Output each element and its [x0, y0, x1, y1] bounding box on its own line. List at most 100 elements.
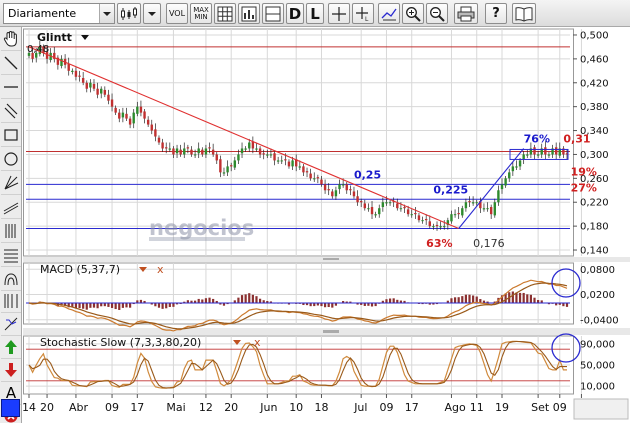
price-annotation: 27%: [571, 181, 597, 194]
percent-tool[interactable]: [1, 313, 21, 336]
candle-body: [186, 147, 190, 149]
crosshair-button[interactable]: [328, 3, 350, 24]
max-min-label: MAX MIN: [193, 5, 209, 21]
candle-body: [121, 112, 125, 118]
chart-application: Diariamente VOL MAX MIN D L L ? A 0,140 …: [0, 0, 630, 423]
candle-body: [71, 70, 74, 73]
x-tick-label: 09: [379, 401, 393, 414]
macd-histogram-bar: [388, 298, 392, 303]
x-tick-label: 17: [405, 401, 419, 414]
ellipse-tool[interactable]: [1, 148, 21, 171]
period-select[interactable]: Diariamente: [3, 3, 115, 24]
question-icon: ?: [492, 5, 500, 21]
color-picker-swatch[interactable]: [1, 399, 20, 417]
candle-body: [100, 88, 103, 94]
grid-button[interactable]: [214, 3, 236, 24]
negocios-logo: negocios: [149, 216, 254, 241]
zoom-in-button[interactable]: [402, 3, 424, 24]
candle-body: [107, 94, 110, 101]
macd-histogram-bar: [327, 302, 330, 308]
candle-body: [482, 208, 486, 210]
volume-button[interactable]: VOL: [166, 3, 188, 24]
parallel-lines-icon: [4, 103, 18, 119]
price-chart-title: Glintt: [37, 31, 72, 44]
stochastic-tick-label: 50,000: [580, 361, 615, 372]
crosshair-label-button[interactable]: L: [352, 3, 374, 24]
candle-body: [280, 160, 283, 162]
price-annotation: 19%: [571, 165, 597, 178]
candle-body: [443, 226, 446, 228]
macd-histogram-bar: [114, 302, 117, 310]
macd-histogram-bar: [244, 294, 247, 303]
parallel-lines-tool[interactable]: [1, 100, 21, 123]
fibonacci-tool[interactable]: [1, 244, 21, 267]
sell-arrow-tool[interactable]: [1, 359, 21, 382]
chevron-down-icon[interactable]: [99, 4, 114, 23]
time-zones-icon: [4, 294, 18, 308]
candle-body: [211, 149, 215, 155]
candle-body: [554, 147, 558, 155]
vertical-lines-tool[interactable]: [1, 220, 21, 243]
hand-tool[interactable]: [1, 28, 21, 51]
macd-histogram-bar: [89, 302, 92, 308]
candle-body: [367, 208, 370, 210]
candle-body: [363, 203, 366, 209]
axis-corner: [573, 398, 629, 420]
candle-body: [316, 177, 320, 179]
macd-histogram-bar: [526, 294, 529, 303]
candle-body: [370, 207, 374, 215]
candle-body: [432, 226, 435, 228]
macd-histogram-bar: [157, 302, 161, 308]
candle-body: [345, 184, 348, 191]
scale-button[interactable]: [238, 3, 260, 24]
max-min-button[interactable]: MAX MIN: [190, 3, 212, 24]
d-mode-button[interactable]: D: [286, 3, 304, 24]
print-button[interactable]: [454, 3, 478, 24]
candle-body: [230, 165, 233, 167]
candle-body: [168, 148, 172, 150]
candle-body: [154, 129, 157, 137]
split-panels-button[interactable]: [262, 3, 284, 24]
macd-histogram-bar: [565, 302, 569, 307]
fan-lines-tool[interactable]: [1, 172, 21, 195]
candle-body: [378, 208, 381, 215]
chart-area: 0,1400,1800,2200,2600,3000,3400,3800,420…: [23, 28, 630, 420]
macd-histogram-bar: [78, 302, 81, 309]
x-tick-label: 20: [40, 401, 54, 414]
x-tick-label: 19: [495, 401, 509, 414]
period-value: Diariamente: [8, 7, 77, 20]
candle-body: [74, 70, 78, 77]
candle-body: [504, 178, 507, 186]
macd-histogram-bar: [522, 292, 525, 303]
trendline-tool[interactable]: [1, 52, 21, 75]
macd-histogram-bar: [165, 302, 168, 309]
candle-body: [511, 166, 515, 172]
candle-body: [536, 154, 540, 156]
macd-title: MACD (5,37,7): [40, 263, 120, 276]
horizontal-line-tool[interactable]: [1, 76, 21, 99]
help-button[interactable]: ?: [485, 3, 507, 24]
macd-histogram-bar: [172, 302, 175, 307]
rectangle-tool[interactable]: [1, 124, 21, 147]
chart-type-dropdown-button[interactable]: [143, 3, 161, 24]
time-zones-tool[interactable]: [1, 290, 21, 313]
candle-body: [183, 148, 186, 155]
candle-body: [226, 166, 229, 173]
book-button[interactable]: [512, 3, 536, 24]
channel-tool[interactable]: [1, 196, 21, 219]
x-tick-label: 18: [314, 401, 328, 414]
zoom-out-button[interactable]: [426, 3, 448, 24]
arc-tool[interactable]: [1, 268, 21, 291]
circle-icon: [4, 152, 18, 166]
candle-body: [352, 191, 356, 197]
candlestick-type-button[interactable]: [117, 3, 141, 24]
l-mode-button[interactable]: L: [306, 3, 324, 24]
macd-histogram-bar: [161, 302, 164, 309]
candle-body: [161, 142, 164, 149]
trendline-icon: [4, 56, 18, 70]
candle-body: [471, 202, 475, 204]
line-draw-button[interactable]: [378, 3, 400, 24]
price-tick-label: 0,220: [580, 198, 609, 209]
buy-arrow-tool[interactable]: [1, 336, 21, 359]
splitter-grip: [323, 258, 339, 260]
